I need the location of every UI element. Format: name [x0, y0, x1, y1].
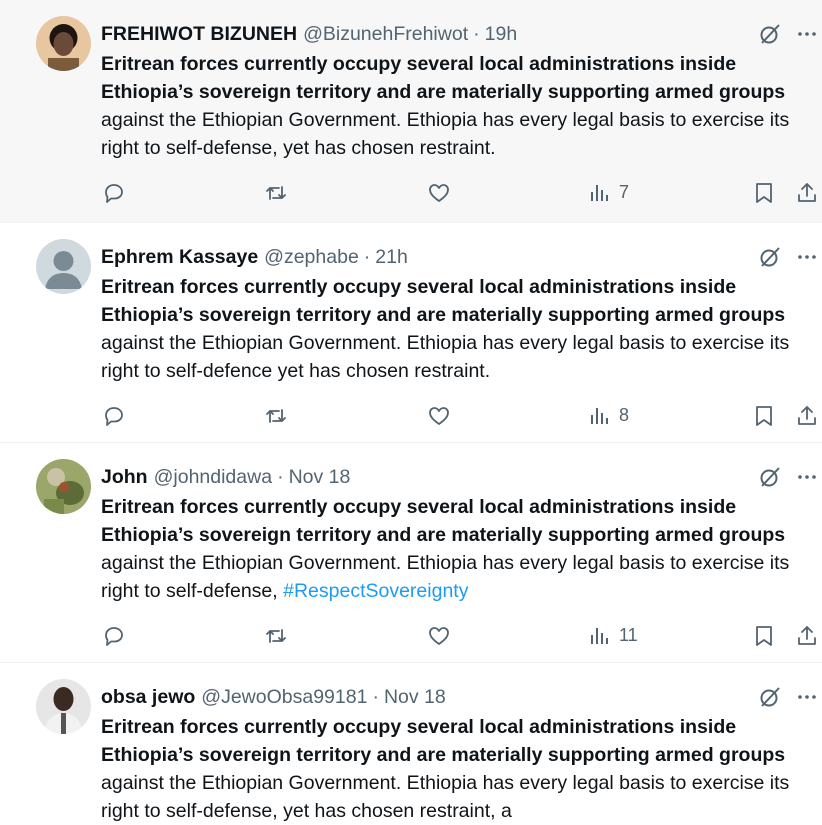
timestamp[interactable]: Nov 18 [289, 466, 351, 489]
tweet-text-bold: Eritrean forces currently occupy several… [101, 716, 786, 766]
separator: · [363, 245, 371, 268]
views-icon[interactable] [588, 181, 612, 205]
more-icon[interactable] [795, 245, 819, 269]
separator: · [372, 685, 379, 708]
tweet-header: John @johndidawa · Nov 18 [101, 464, 350, 490]
tweet-text-rest: against the Ethiopian Government. Ethiop… [101, 332, 790, 382]
tweet[interactable]: Ephrem Kassaye @zephabe · 21h Eritrean f… [0, 223, 822, 443]
hashtag-link[interactable]: #RespectSovereignty [283, 580, 468, 602]
repost-icon[interactable] [264, 404, 288, 428]
reply-icon[interactable] [102, 624, 126, 648]
bookmark-icon[interactable] [752, 624, 776, 648]
more-icon[interactable] [795, 22, 819, 46]
tweet-text: Eritrean forces currently occupy several… [101, 493, 819, 605]
like-icon[interactable] [427, 624, 451, 648]
display-name[interactable]: obsa jewo [101, 686, 195, 709]
separator: · [473, 22, 480, 45]
tweet-text-rest: against the Ethiopian Government. Ethiop… [101, 772, 790, 822]
grok-icon[interactable] [758, 685, 782, 709]
tweet-text-bold: Eritrean forces currently occupy several… [101, 53, 786, 103]
tweet-text: Eritrean forces currently occupy several… [101, 713, 819, 825]
avatar[interactable] [36, 679, 91, 734]
grok-icon[interactable] [758, 22, 782, 46]
tweet-actions: 8 [0, 399, 822, 433]
tweet-actions: 11 [0, 619, 822, 653]
user-handle[interactable]: @BizunehFrehiwot [303, 23, 468, 46]
timestamp[interactable]: Nov 18 [384, 686, 446, 709]
user-handle[interactable]: @JewoObsa99181 [201, 686, 367, 709]
views-icon[interactable] [588, 404, 612, 428]
timeline-feed: FREHIWOT BIZUNEH @BizunehFrehiwot · 19h … [0, 0, 822, 822]
tweet-text: Eritrean forces currently occupy several… [101, 50, 819, 162]
tweet-header: Ephrem Kassaye @zephabe · 21h [101, 244, 408, 270]
share-icon[interactable] [795, 181, 819, 205]
tweet[interactable]: obsa jewo @JewoObsa99181 · Nov 18 Eritre… [0, 663, 822, 822]
more-icon[interactable] [795, 685, 819, 709]
tweet-header: FREHIWOT BIZUNEH @BizunehFrehiwot · 19h [101, 21, 517, 47]
display-name[interactable]: Ephrem Kassaye [101, 246, 258, 269]
more-icon[interactable] [795, 465, 819, 489]
tweet-text-rest: against the Ethiopian Government. Ethiop… [101, 109, 790, 159]
user-handle[interactable]: @zephabe [264, 246, 359, 269]
share-icon[interactable] [795, 624, 819, 648]
share-icon[interactable] [795, 404, 819, 428]
views-count: 11 [619, 625, 638, 645]
bookmark-icon[interactable] [752, 181, 776, 205]
views-count: 7 [619, 182, 630, 202]
tweet[interactable]: John @johndidawa · Nov 18 Eritrean force… [0, 443, 822, 663]
tweet-header: obsa jewo @JewoObsa99181 · Nov 18 [101, 684, 446, 710]
grok-icon[interactable] [758, 465, 782, 489]
avatar[interactable] [36, 239, 91, 294]
tweet-text-bold: Eritrean forces currently occupy several… [101, 496, 786, 546]
like-icon[interactable] [427, 404, 451, 428]
reply-icon[interactable] [102, 404, 126, 428]
repost-icon[interactable] [264, 624, 288, 648]
reply-icon[interactable] [102, 181, 126, 205]
bookmark-icon[interactable] [752, 404, 776, 428]
timestamp[interactable]: 21h [375, 246, 408, 269]
user-handle[interactable]: @johndidawa [154, 466, 272, 489]
tweet-text: Eritrean forces currently occupy several… [101, 273, 819, 385]
tweet[interactable]: FREHIWOT BIZUNEH @BizunehFrehiwot · 19h … [0, 0, 822, 223]
tweet-text-bold: Eritrean forces currently occupy several… [101, 276, 786, 326]
display-name[interactable]: FREHIWOT BIZUNEH [101, 23, 297, 46]
views-count: 8 [619, 405, 630, 425]
timestamp[interactable]: 19h [485, 23, 518, 46]
grok-icon[interactable] [758, 245, 782, 269]
avatar[interactable] [36, 459, 91, 514]
views-icon[interactable] [588, 624, 612, 648]
separator: · [277, 465, 284, 488]
repost-icon[interactable] [264, 181, 288, 205]
display-name[interactable]: John [101, 466, 148, 489]
avatar[interactable] [36, 16, 91, 71]
tweet-actions: 7 [0, 176, 822, 210]
like-icon[interactable] [427, 181, 451, 205]
